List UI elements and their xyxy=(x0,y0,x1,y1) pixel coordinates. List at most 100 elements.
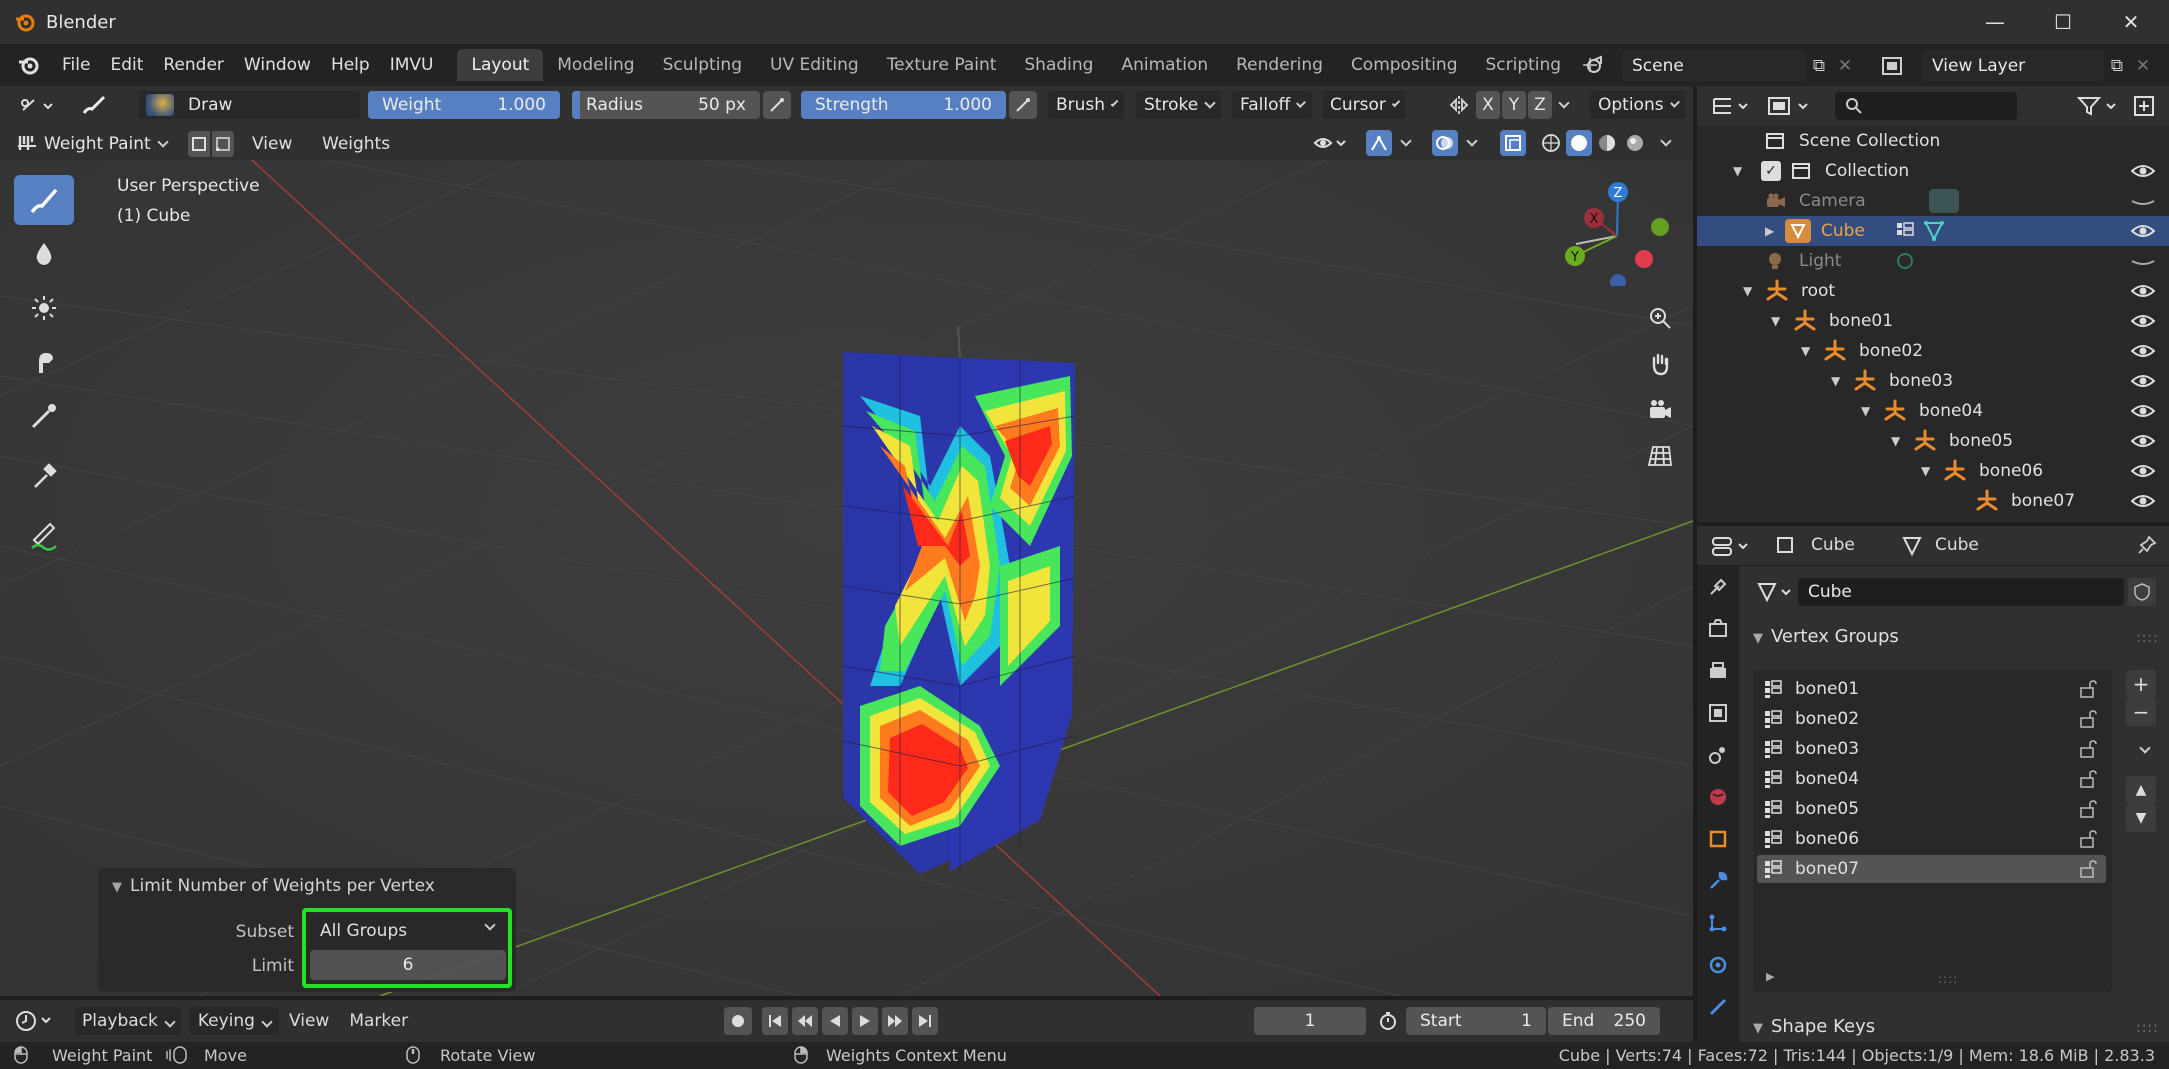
checkbox-icon[interactable]: ✓ xyxy=(1761,161,1781,181)
xray-toggle-icon[interactable] xyxy=(1500,130,1526,156)
tab-animation[interactable]: Animation xyxy=(1107,49,1222,81)
eye-icon[interactable] xyxy=(2131,463,2155,479)
play-icon[interactable] xyxy=(852,1007,878,1035)
stopwatch-icon[interactable] xyxy=(1374,1007,1402,1035)
record-keyframe-icon[interactable] xyxy=(724,1007,752,1035)
eye-icon[interactable] xyxy=(2131,223,2155,239)
mode-selector[interactable]: Weight Paint xyxy=(44,131,169,157)
tab-modeling[interactable]: Modeling xyxy=(543,49,648,81)
tab-rendering[interactable]: Rendering xyxy=(1222,49,1337,81)
expand-triangle-icon[interactable]: ▼ xyxy=(1891,434,1905,448)
menu-edit[interactable]: Edit xyxy=(100,55,153,75)
jump-start-icon[interactable] xyxy=(762,1007,788,1035)
expand-triangle-icon[interactable]: ▼ xyxy=(1921,464,1935,478)
pan-hand-icon[interactable] xyxy=(1640,344,1680,384)
copy-view-layer-icon[interactable]: ⧉ xyxy=(2104,52,2130,80)
overlays-options-chevron-icon[interactable] xyxy=(1460,130,1480,156)
shape-keys-panel-header[interactable]: ▼ Shape Keys xyxy=(1753,1016,1875,1037)
shading-options-chevron-icon[interactable] xyxy=(1654,130,1674,156)
blender-menu-icon[interactable] xyxy=(14,50,44,80)
draw-tool-button[interactable] xyxy=(14,175,74,225)
camera-view-icon[interactable] xyxy=(1640,390,1680,430)
gizmo-options-chevron-icon[interactable] xyxy=(1394,130,1414,156)
mesh-browse-icon[interactable] xyxy=(1756,580,1796,604)
keying-menu[interactable]: Keying xyxy=(189,1007,279,1035)
view-layer-field[interactable]: View Layer xyxy=(1922,51,2104,81)
vertex-group-specials-icon[interactable] xyxy=(2126,736,2156,764)
rendered-shading-icon[interactable] xyxy=(1622,130,1648,156)
eye-icon[interactable] xyxy=(2131,313,2155,329)
scene-tab-icon[interactable] xyxy=(1697,734,1739,776)
view-layer-tab-icon[interactable] xyxy=(1697,692,1739,734)
radius-pressure-icon[interactable] xyxy=(763,91,791,119)
average-tool-button[interactable] xyxy=(14,283,74,333)
marker-menu[interactable]: Marker xyxy=(339,1011,418,1031)
navigation-gizmo[interactable]: Z Y X xyxy=(1540,176,1670,286)
jump-end-icon[interactable] xyxy=(912,1007,938,1035)
zoom-icon[interactable] xyxy=(1640,298,1680,338)
mirror-x-toggle[interactable]: X xyxy=(1476,91,1500,119)
eye-icon[interactable] xyxy=(2131,403,2155,419)
eye-icon[interactable] xyxy=(2131,433,2155,449)
material-shading-icon[interactable] xyxy=(1594,130,1620,156)
brush-icon[interactable] xyxy=(76,91,112,119)
outliner-row-bone[interactable]: ▼ bone03 xyxy=(1697,366,2169,396)
overlays-toggle-icon[interactable] xyxy=(1432,130,1458,156)
constraints-tab-icon[interactable] xyxy=(1697,986,1739,1028)
tab-compositing[interactable]: Compositing xyxy=(1337,49,1472,81)
maximize-button[interactable]: ☐ xyxy=(2030,0,2096,44)
eye-icon[interactable] xyxy=(2131,163,2155,179)
outliner-row-bone[interactable]: ▼ bone05 xyxy=(1697,426,2169,456)
eye-icon[interactable] xyxy=(2131,283,2155,299)
fake-user-shield-icon[interactable] xyxy=(2128,578,2156,606)
wireframe-shading-icon[interactable] xyxy=(1538,130,1564,156)
tool-options-icon[interactable] xyxy=(14,92,60,120)
tab-uv-editing[interactable]: UV Editing xyxy=(756,49,873,81)
outliner-row-light[interactable]: Light xyxy=(1697,246,2169,276)
object-tab-icon[interactable] xyxy=(1697,818,1739,860)
outliner-row-bone[interactable]: ▼ bone02 xyxy=(1697,336,2169,366)
menu-help[interactable]: Help xyxy=(321,55,380,75)
end-frame-field[interactable]: End 250 xyxy=(1548,1007,1660,1035)
vertex-groups-panel-header[interactable]: ▼ Vertex Groups xyxy=(1753,626,1899,647)
weights-menu[interactable]: Weights xyxy=(322,131,390,157)
drag-handle-icon[interactable]: :::: xyxy=(2136,630,2159,646)
redo-panel-header[interactable]: ▼ Limit Number of Weights per Vertex xyxy=(112,876,435,896)
filter-icon[interactable] xyxy=(2077,94,2125,118)
menu-imvu[interactable]: IMVU xyxy=(380,55,444,75)
remove-vertex-group-button[interactable]: − xyxy=(2126,698,2156,726)
cursor-menu[interactable]: Cursor xyxy=(1322,91,1406,119)
tab-scripting[interactable]: Scripting xyxy=(1472,49,1576,81)
copy-scene-icon[interactable]: ⧉ xyxy=(1806,52,1832,80)
outliner-scene-collection[interactable]: Scene Collection xyxy=(1697,126,2169,156)
list-filter-triangle-icon[interactable]: ▶ xyxy=(1766,970,1774,983)
timeline-editor-icon[interactable] xyxy=(14,1006,66,1036)
outliner-row-bone[interactable]: bone07 xyxy=(1697,486,2169,516)
modifier-tab-icon[interactable] xyxy=(1697,860,1739,902)
play-reverse-icon[interactable] xyxy=(822,1007,848,1035)
add-vertex-group-button[interactable]: + xyxy=(2126,670,2156,698)
outliner-row-collection[interactable]: ▼ ✓ Collection xyxy=(1697,156,2169,186)
drag-handle-icon[interactable]: :::: xyxy=(2136,1020,2159,1036)
vertex-group-row[interactable]: bone04 xyxy=(1757,765,2106,793)
expand-triangle-icon[interactable]: ▼ xyxy=(1733,164,1747,178)
current-frame-field[interactable]: 1 xyxy=(1254,1007,1366,1035)
lock-icon[interactable] xyxy=(2078,770,2100,788)
remove-scene-icon[interactable]: ✕ xyxy=(1832,52,1858,80)
menu-window[interactable]: Window xyxy=(234,55,321,75)
face-mask-icon[interactable] xyxy=(188,131,210,157)
scene-name-field[interactable]: Scene xyxy=(1622,51,1806,81)
timeline-view-menu[interactable]: View xyxy=(279,1011,339,1031)
strength-pressure-icon[interactable] xyxy=(1009,91,1037,119)
lock-icon[interactable] xyxy=(2078,860,2100,878)
outliner-row-cube[interactable]: ▶ Cube xyxy=(1697,216,2169,246)
render-tab-icon[interactable] xyxy=(1697,608,1739,650)
outliner-search-input[interactable] xyxy=(1835,92,2017,120)
view-menu[interactable]: View xyxy=(252,131,292,157)
move-group-down-icon[interactable]: ▼ xyxy=(2126,804,2156,832)
pin-icon[interactable] xyxy=(2137,535,2159,557)
weight-slider[interactable]: Weight 1.000 xyxy=(368,91,560,119)
physics-tab-icon[interactable] xyxy=(1697,944,1739,986)
outliner-row-bone[interactable]: ▼ root xyxy=(1697,276,2169,306)
vertex-group-row[interactable]: bone01 xyxy=(1757,675,2106,703)
